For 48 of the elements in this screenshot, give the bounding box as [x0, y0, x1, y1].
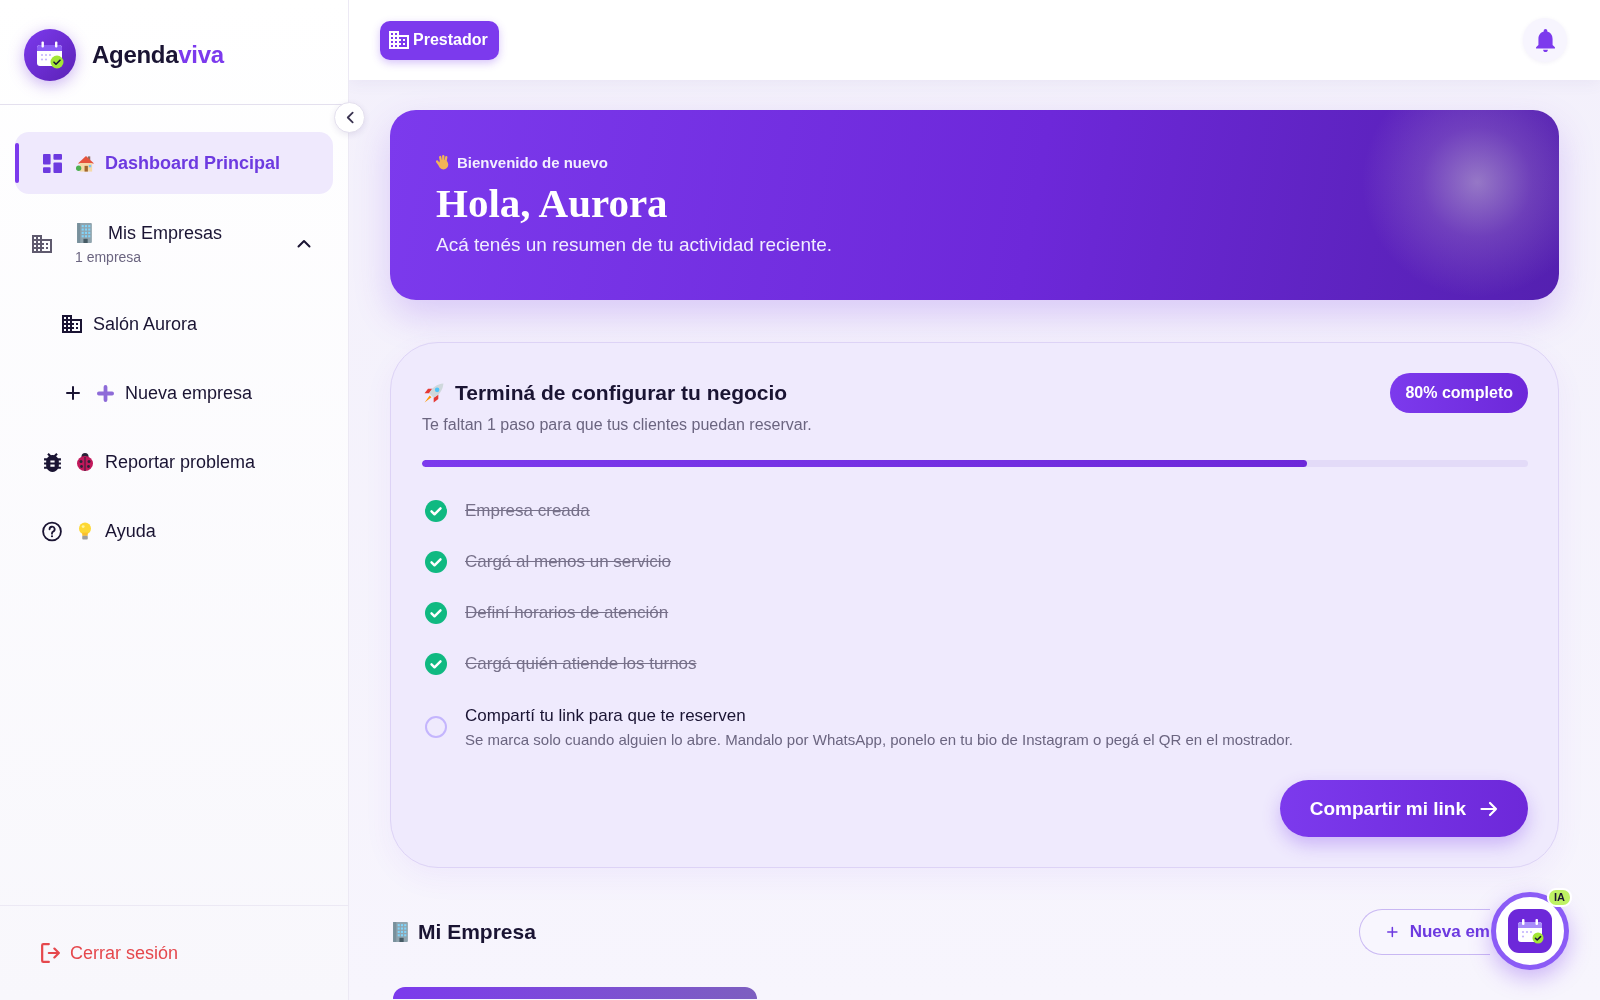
building-icon [389, 31, 409, 49]
waving-hand-icon [436, 154, 450, 170]
bug-icon [43, 452, 61, 472]
ladybug-icon [77, 453, 93, 471]
plus-icon [66, 386, 80, 400]
building-icon [32, 234, 52, 253]
welcome-subtitle: Acá tenés un resumen de tu actividad reciente. [436, 233, 834, 257]
logout-icon [41, 943, 60, 963]
nav-item[interactable]: Dashboard Principal [15, 132, 333, 194]
arrow-right-icon [1480, 800, 1498, 817]
greeting-title: Hola, Aurora [436, 180, 669, 226]
bell-icon [1535, 28, 1555, 52]
calendar-check-icon [1508, 909, 1552, 953]
role-label: Prestador [413, 31, 488, 49]
house-icon [75, 154, 95, 172]
section-title: Mi Empresa [418, 920, 536, 944]
chevron-left-icon [345, 111, 354, 124]
help-icon [42, 520, 62, 542]
step-label: Definí horarios de atención [465, 602, 669, 624]
dashboard-icon [42, 153, 62, 173]
setup-subtitle: Te faltan 1 paso para que tus clientes puedan reservar. [422, 415, 813, 435]
setup-title: Terminá de configurar tu negocio [455, 381, 788, 405]
step-description: Se marca solo cuando alguien lo abre. Mandalo por WhatsApp, ponelo en tu bio de Instagram o pegá el QR en el mostrador. [465, 730, 1293, 750]
rocket-icon [424, 383, 444, 403]
office-building-icon [393, 922, 408, 942]
plus-icon [1387, 925, 1398, 939]
welcome-label: Bienvenido de nuevo [457, 153, 608, 171]
office-building-icon [77, 222, 92, 243]
step-label: Cargá al menos un servicio [465, 551, 671, 573]
step-label: Cargá quién atiende los turnos [465, 653, 697, 675]
building-icon [62, 315, 82, 333]
step-label: Compartí tu link para que te reserven [465, 705, 747, 727]
nav-item[interactable]: Nueva empresa [15, 362, 333, 424]
calendar-check-icon [24, 29, 76, 81]
nav-item[interactable]: Ayuda [15, 500, 333, 562]
logout-button[interactable]: Cerrar sesión [41, 942, 179, 964]
new-company-button[interactable]: Nueva em [1359, 909, 1490, 955]
company-count: 1 empresa [75, 247, 143, 266]
progress-badge: 80% completo [1390, 373, 1528, 413]
nav-item[interactable]: Salón Aurora [15, 293, 333, 355]
brand-name: Agendaviva [92, 41, 224, 69]
light-bulb-icon [79, 522, 91, 540]
nav-item[interactable]: Reportar problema [15, 431, 333, 493]
share-link-button[interactable]: Compartir mi link [1279, 780, 1528, 837]
nav-group[interactable]: Mis Empresas 1 empresa [15, 201, 333, 286]
notifications-button[interactable] [1523, 18, 1567, 62]
step-label: Empresa creada [465, 500, 590, 522]
plus-icon [97, 384, 114, 402]
